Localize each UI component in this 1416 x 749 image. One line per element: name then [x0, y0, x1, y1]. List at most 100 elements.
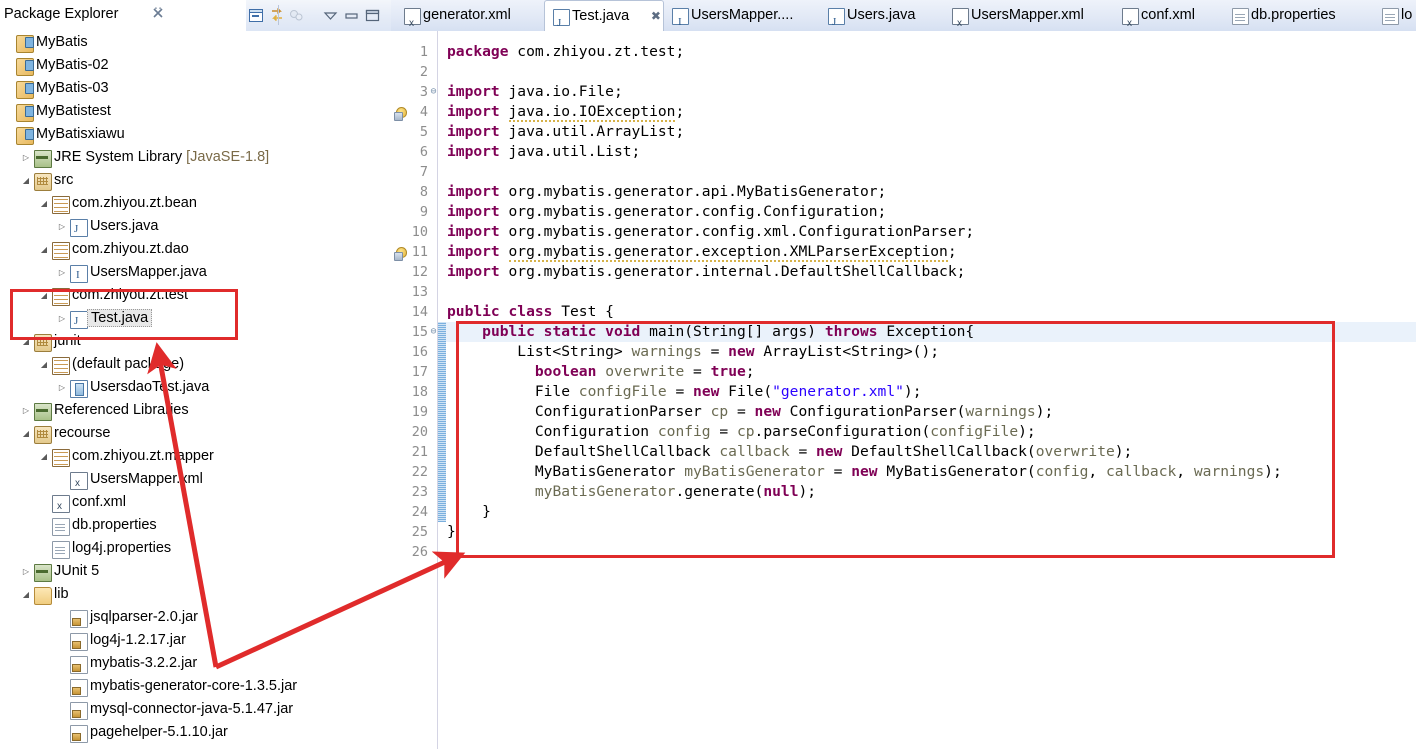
- tree-item[interactable]: MyBatis: [0, 31, 391, 54]
- java-class-icon: [553, 8, 570, 39]
- code-line[interactable]: boolean overwrite = true;: [447, 362, 755, 382]
- code-line[interactable]: }: [447, 502, 491, 522]
- chevron-collapsed-icon[interactable]: ▷: [20, 146, 32, 169]
- chevron-collapsed-icon[interactable]: ▷: [56, 215, 68, 238]
- tree-item[interactable]: UsersMapper.xml: [0, 468, 391, 495]
- tree-item[interactable]: ◢ com.zhiyou.zt.dao: [0, 238, 391, 261]
- warning-marker-icon[interactable]: [394, 104, 408, 121]
- code-line[interactable]: ConfigurationParser cp = new Configurati…: [447, 402, 1053, 422]
- code-line[interactable]: import org.mybatis.generator.config.Conf…: [447, 202, 886, 222]
- maximize-icon[interactable]: [364, 7, 381, 24]
- collapse-all-icon[interactable]: [248, 7, 265, 24]
- tree-item[interactable]: ◢ (default package): [0, 353, 391, 376]
- chevron-expanded-icon[interactable]: ◢: [38, 445, 50, 468]
- code-line[interactable]: import org.mybatis.generator.config.xml.…: [447, 222, 974, 242]
- java-class-icon: [828, 7, 845, 38]
- tree-item[interactable]: ▷ UsersMapper.java: [0, 261, 391, 287]
- chevron-collapsed-icon[interactable]: ▷: [56, 261, 68, 284]
- code-line[interactable]: import java.util.List;: [447, 142, 640, 162]
- tree-item[interactable]: ▷ Test.java: [0, 307, 391, 333]
- warning-marker-icon[interactable]: [394, 244, 408, 261]
- code-line[interactable]: myBatisGenerator.generate(null);: [447, 482, 816, 502]
- code-line[interactable]: }: [447, 522, 456, 542]
- tree-item[interactable]: conf.xml: [0, 491, 391, 518]
- editor-tab[interactable]: db.properties: [1224, 0, 1374, 31]
- close-icon[interactable]: ✖: [651, 1, 661, 32]
- chevron-expanded-icon[interactable]: ◢: [38, 192, 50, 215]
- tree-item[interactable]: mybatis-3.2.2.jar: [0, 652, 391, 675]
- code-line[interactable]: import java.io.File;: [447, 82, 623, 102]
- code-line[interactable]: File configFile = new File("generator.xm…: [447, 382, 922, 402]
- tree-item[interactable]: jsqlparser-2.0.jar: [0, 606, 391, 629]
- code-line[interactable]: public class Test {: [447, 302, 614, 322]
- tree-item[interactable]: mysql-connector-java-5.1.47.jar: [0, 698, 391, 721]
- tree-item[interactable]: pagehelper-5.1.10.jar: [0, 721, 391, 744]
- editor-tab[interactable]: UsersMapper....: [664, 0, 820, 38]
- chevron-expanded-icon[interactable]: ◢: [20, 169, 32, 192]
- code-line[interactable]: MyBatisGenerator myBatisGenerator = new …: [447, 462, 1282, 482]
- code-editor[interactable]: 1 2 3 ⊖ 4 5 6 7 8 9 10 11 12 13 14 15 ⊖ 16 17 18 19 20 21 22 23 2…: [391, 31, 1416, 749]
- code-line[interactable]: import org.mybatis.generator.exception.X…: [447, 242, 957, 262]
- tree-item[interactable]: ◢ com.zhiyou.zt.bean: [0, 192, 391, 215]
- code-line[interactable]: List<String> warnings = new ArrayList<St…: [447, 342, 939, 362]
- chevron-expanded-icon[interactable]: ◢: [38, 284, 50, 307]
- close-icon[interactable]: [152, 7, 164, 22]
- tree-item[interactable]: log4j-1.2.17.jar: [0, 629, 391, 652]
- tree-item[interactable]: ◢ lib: [0, 583, 391, 606]
- tree-item[interactable]: log4j.properties: [0, 537, 391, 560]
- tree-item[interactable]: ◢ com.zhiyou.zt.mapper: [0, 445, 391, 468]
- tree-item[interactable]: ▷ JRE System Library [JavaSE-1.8]: [0, 146, 391, 169]
- chevron-expanded-icon[interactable]: ◢: [20, 330, 32, 353]
- minimize-icon[interactable]: [343, 7, 360, 24]
- tree-item[interactable]: ◢ src: [0, 169, 391, 192]
- chevron-collapsed-icon[interactable]: ▷: [20, 560, 32, 583]
- chevron-collapsed-icon[interactable]: ▷: [20, 399, 32, 422]
- chevron-down-icon[interactable]: [322, 7, 339, 24]
- chevron-expanded-icon[interactable]: ◢: [20, 583, 32, 606]
- tree-item[interactable]: MyBatis-03: [0, 77, 391, 100]
- code-line[interactable]: DefaultShellCallback callback = new Defa…: [447, 442, 1132, 462]
- code-line[interactable]: import org.mybatis.generator.internal.De…: [447, 262, 965, 282]
- jar-icon: [70, 610, 88, 628]
- xml-file-icon: [404, 8, 421, 39]
- project-tree[interactable]: MyBatis MyBatis-02 MyBatis-03 MyBatistest My…: [0, 31, 391, 749]
- selection-marker-bar: [438, 322, 446, 522]
- tree-item[interactable]: MyBatistest: [0, 100, 391, 123]
- code-line[interactable]: public static void main(String[] args) t…: [447, 322, 974, 342]
- editor-tab[interactable]: UsersMapper.xml: [944, 0, 1114, 39]
- tree-item[interactable]: ◢ recourse: [0, 422, 391, 445]
- tree-item[interactable]: ▷ Referenced Libraries: [0, 399, 391, 422]
- chevron-expanded-icon[interactable]: ◢: [38, 353, 50, 376]
- tree-item-label: conf.xml: [72, 494, 126, 510]
- editor-tab[interactable]: Test.java ✖: [544, 0, 664, 39]
- editor-tab[interactable]: Users.java: [820, 0, 944, 38]
- chevron-expanded-icon[interactable]: ◢: [20, 422, 32, 445]
- tree-item[interactable]: ▷ UsersdaoTest.java: [0, 376, 391, 399]
- code-line[interactable]: import org.mybatis.generator.api.MyBatis…: [447, 182, 886, 202]
- tree-item[interactable]: MyBatisxiawu: [0, 123, 391, 146]
- chevron-expanded-icon[interactable]: ◢: [38, 238, 50, 261]
- project-icon: [16, 127, 34, 145]
- code-line[interactable]: import java.io.IOException;: [447, 102, 684, 122]
- tree-item[interactable]: ▷ JUnit 5: [0, 560, 391, 583]
- tree-item[interactable]: ▷ Users.java: [0, 215, 391, 241]
- editor-tab-bar[interactable]: generator.xml Test.java ✖ UsersMapper.... Us…: [391, 0, 1416, 39]
- chevron-collapsed-icon[interactable]: ▷: [56, 376, 68, 399]
- editor-tab[interactable]: conf.xml: [1114, 0, 1224, 39]
- code-line[interactable]: Configuration config = cp.parseConfigura…: [447, 422, 1036, 442]
- tree-item[interactable]: mybatis-generator-core-1.3.5.jar: [0, 675, 391, 698]
- tree-item[interactable]: ◢ com.zhiyou.zt.test: [0, 284, 391, 307]
- tree-item[interactable]: MyBatis-02: [0, 54, 391, 77]
- tree-item-label: Referenced Libraries: [54, 402, 189, 418]
- tree-item[interactable]: db.properties: [0, 514, 391, 537]
- tree-item-label: db.properties: [72, 517, 157, 533]
- chevron-collapsed-icon[interactable]: ▷: [56, 307, 68, 330]
- tree-item-label: com.zhiyou.zt.test: [72, 287, 189, 303]
- code-line[interactable]: import java.util.ArrayList;: [447, 122, 684, 142]
- tree-item[interactable]: ◢ junit: [0, 330, 391, 353]
- editor-tab[interactable]: generator.xml: [396, 0, 544, 39]
- code-line[interactable]: package com.zhiyou.zt.test;: [447, 42, 684, 62]
- editor-tab[interactable]: lo: [1374, 0, 1416, 31]
- view-menu-focus-icon[interactable]: [288, 7, 305, 24]
- xml-file-icon: [70, 472, 88, 495]
